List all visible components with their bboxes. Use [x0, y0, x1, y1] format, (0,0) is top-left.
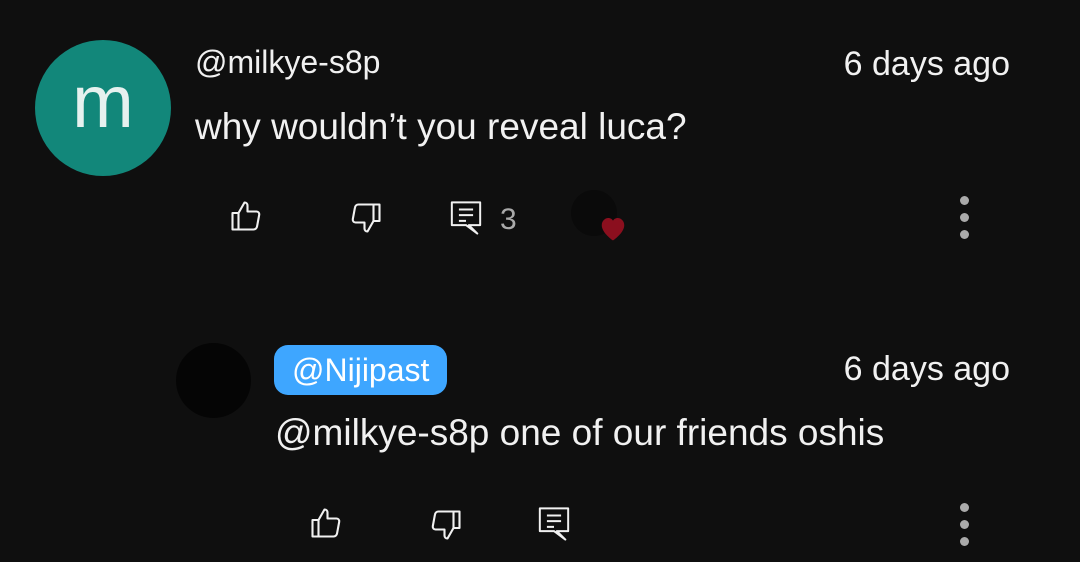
more-icon-dot	[960, 520, 969, 529]
thumbs-down-icon	[351, 203, 381, 233]
comment-icon	[450, 201, 482, 235]
more-icon-dot	[960, 503, 969, 512]
more-icon-dot	[960, 537, 969, 546]
like-button[interactable]	[228, 198, 264, 234]
more-icon-dot	[960, 230, 969, 239]
thumbs-up-icon	[231, 201, 261, 231]
comment-author[interactable]: @milkye-s8p	[195, 44, 380, 81]
thumbs-up-icon	[311, 508, 341, 538]
more-icon-dot	[960, 213, 969, 222]
reply-reply-button[interactable]	[537, 505, 571, 543]
reply-timestamp: 6 days ago	[843, 350, 1010, 388]
dislike-button[interactable]	[348, 200, 384, 236]
avatar[interactable]: m	[35, 40, 171, 176]
comment-icon	[538, 507, 570, 541]
reply-button[interactable]	[449, 199, 483, 237]
reply-like-button[interactable]	[308, 505, 344, 541]
reply-dislike-button[interactable]	[428, 507, 464, 543]
reply-more-options-button[interactable]	[960, 503, 970, 554]
more-icon-dot	[960, 196, 969, 205]
comment-text: why wouldn’t you reveal luca?	[195, 106, 687, 147]
creator-heart-icon	[598, 214, 628, 247]
reply-avatar[interactable]	[176, 343, 251, 418]
comment-timestamp: 6 days ago	[843, 45, 1010, 83]
reply-count[interactable]: 3	[500, 203, 517, 237]
reply-text: @milkye-s8p one of our friends oshis	[275, 412, 885, 453]
more-options-button[interactable]	[960, 196, 970, 247]
thumbs-down-icon	[431, 510, 461, 540]
reply-author-chip[interactable]: @Nijipast	[274, 345, 448, 395]
